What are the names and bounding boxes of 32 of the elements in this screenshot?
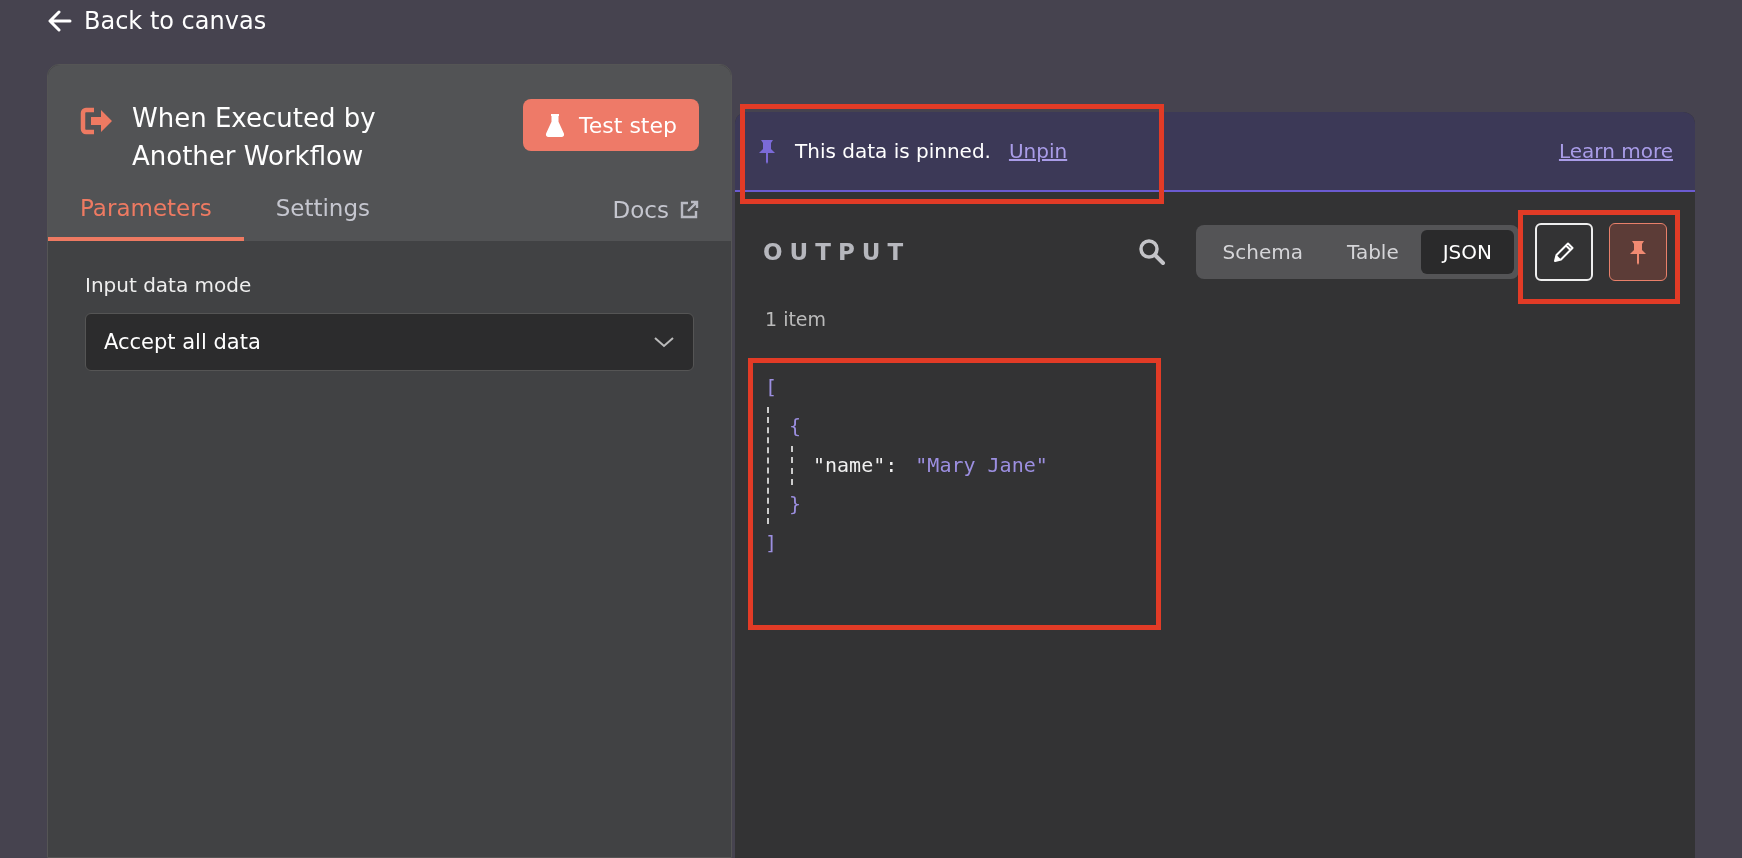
view-tab[interactable]: Schema xyxy=(1200,230,1325,274)
flask-icon xyxy=(545,113,566,137)
json-key: "name": xyxy=(813,453,898,477)
search-icon[interactable] xyxy=(1137,238,1166,266)
banner-message: This data is pinned. xyxy=(795,139,991,163)
docs-link[interactable]: Docs xyxy=(612,197,699,241)
view-tab[interactable]: JSON xyxy=(1420,230,1514,274)
field-label: Input data mode xyxy=(85,273,253,297)
view-tab[interactable]: Table xyxy=(1325,230,1421,274)
exit-arrow-icon xyxy=(80,107,114,135)
item-count: 1 item xyxy=(764,307,828,330)
unpin-link[interactable]: Unpin xyxy=(1008,139,1068,163)
arrow-left-icon xyxy=(48,10,72,32)
learn-more-link[interactable]: Learn more xyxy=(1558,139,1673,163)
json-bracket: { xyxy=(789,414,802,438)
pin-icon xyxy=(757,138,777,164)
back-link[interactable]: Back to canvas xyxy=(48,7,267,35)
pin-icon xyxy=(1628,239,1648,265)
test-step-button[interactable]: Test step xyxy=(523,99,699,151)
panel-tab[interactable]: Settings xyxy=(243,195,402,241)
json-bracket: ] xyxy=(765,531,778,555)
json-value: "Mary Jane" xyxy=(915,453,1048,477)
edit-button[interactable] xyxy=(1535,223,1593,281)
pin-button[interactable] xyxy=(1609,223,1667,281)
output-title: OUTPUT xyxy=(763,239,911,265)
input-data-mode-select[interactable]: Accept all data xyxy=(85,313,694,371)
panel-tab[interactable]: Parameters xyxy=(48,195,244,241)
json-bracket: } xyxy=(789,492,802,516)
json-bracket: [ xyxy=(765,375,778,399)
external-link-icon xyxy=(679,200,699,220)
node-title: When Executed by Another Workflow xyxy=(132,102,377,173)
chevron-down-icon xyxy=(653,336,675,348)
